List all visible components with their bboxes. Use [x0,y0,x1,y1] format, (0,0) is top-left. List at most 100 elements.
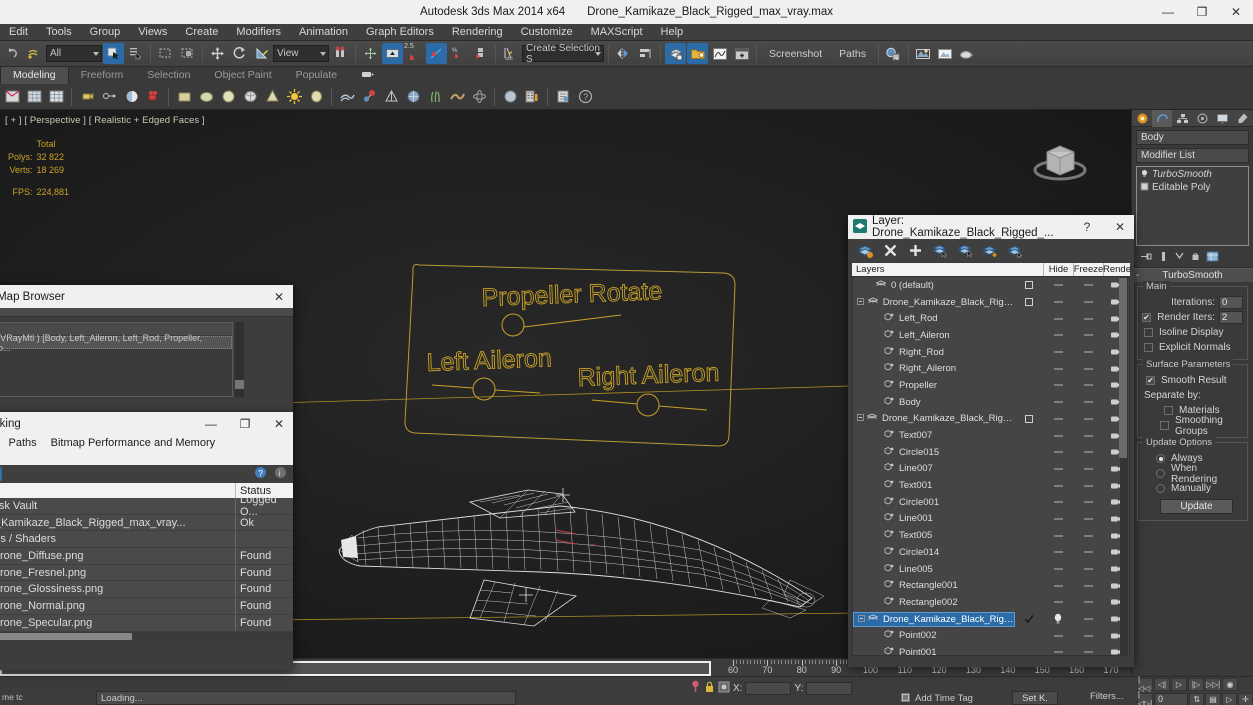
reactor-icon[interactable] [469,87,489,107]
layer-table-row[interactable]: Drone_Kamikaze_Black_Rigged_helpers [853,611,1129,628]
smoothing-groups-checkbox[interactable] [1160,421,1169,430]
layer-table-row[interactable]: Rectangle002 [853,594,1129,611]
camera-red-icon[interactable] [143,87,163,107]
smooth-result-row[interactable]: Smooth Result [1142,373,1243,388]
render-setup-icon[interactable] [913,43,934,64]
menu-item-graph-editors[interactable]: Graph Editors [357,24,443,41]
asset-tracking-table[interactable]: e Status Autodesk VaultLogged O...3Drone… [0,483,293,641]
layer-freeze-cell[interactable] [1073,484,1103,487]
sphere-primitive-icon[interactable] [196,87,216,107]
layer-freeze-cell[interactable] [1073,334,1103,337]
layer-freeze-cell[interactable] [1073,501,1103,504]
layer-freeze-cell[interactable] [1073,551,1103,554]
layer-table-row[interactable]: Circle001 [853,494,1129,511]
expand-toggle-icon[interactable] [857,297,865,308]
asset-tracking-close-icon[interactable]: ✕ [265,412,293,435]
asset-column-name[interactable]: e [0,483,236,498]
layer-hide-cell[interactable] [1043,651,1073,654]
curve-editor-icon[interactable] [709,43,730,64]
layer-hide-cell[interactable] [1043,384,1073,387]
cylinder-icon[interactable] [240,87,260,107]
rectangular-select-region-icon[interactable] [155,43,176,64]
layer-table-row[interactable]: Circle014 [853,544,1129,561]
layer-freeze-cell[interactable] [1073,534,1103,537]
layer-hide-cell[interactable] [1043,484,1073,487]
menu-item-rendering[interactable]: Rendering [443,24,512,41]
hair-fur-icon[interactable] [425,87,445,107]
render-iters-checkbox[interactable] [1142,313,1151,322]
undo-icon[interactable] [2,43,23,64]
snaps-toggle-icon[interactable] [382,43,403,64]
layer-freeze-cell[interactable] [1073,434,1103,437]
expand-toggle-icon[interactable] [858,614,865,625]
close-icon[interactable]: ✕ [1219,0,1253,24]
layer-visibility-toggle[interactable] [1015,298,1043,307]
window-crossing-toggle-icon[interactable] [177,43,198,64]
material-editor-icon[interactable] [883,43,904,64]
asset-table-row[interactable]: 3Drone_Kamikaze_Black_Rigged_max_vray...… [0,514,293,532]
show-end-result-icon[interactable] [1158,251,1169,265]
layer-table-row[interactable]: Line001 [853,511,1129,528]
layer-freeze-cell[interactable] [1073,351,1103,354]
update-button[interactable]: Update [1160,499,1233,514]
layer-hide-cell[interactable] [1043,551,1073,554]
pin-stack-icon[interactable] [1140,251,1153,265]
select-and-rotate-icon[interactable] [229,43,250,64]
poly-edit-grid-icon[interactable] [46,87,66,107]
layer-table-row[interactable]: Circle015 [853,444,1129,461]
reference-coordinate-combo[interactable]: View [273,45,329,62]
y-coordinate-field[interactable] [806,681,853,695]
layer-freeze-cell[interactable] [1073,451,1103,454]
select-and-scale-icon[interactable] [251,43,272,64]
asset-menu-item-paths[interactable]: Paths [9,437,37,449]
layer-column-freeze[interactable]: Freeze [1074,263,1104,276]
layer-freeze-cell[interactable] [1073,584,1103,587]
ribbon-tab-object-paint[interactable]: Object Paint [202,67,283,84]
material-map-browser-window[interactable]: Material/Map Browser ✕ Materials one_MAT… [0,285,293,413]
angle-snap-toggle-icon[interactable]: 2.5 [404,43,425,64]
select-objects-in-layer-icon[interactable] [932,242,949,258]
asset-scroll-thumb[interactable] [0,632,132,640]
update-manually-radio[interactable] [1156,484,1165,493]
key-mode-toggle-icon[interactable]: ◉ [1222,677,1238,691]
smooth-result-checkbox[interactable] [1146,376,1155,385]
layer-table-row[interactable]: Line005 [853,561,1129,578]
layer-freeze-cell[interactable] [1073,284,1103,287]
turbosmooth-rollout-header[interactable]: - TurboSmooth [1132,268,1253,282]
expand-toggle-icon[interactable] [857,413,864,424]
delete-layer-icon[interactable] [882,242,899,258]
display-tab-icon[interactable] [1213,110,1233,127]
systems-icon[interactable] [381,87,401,107]
menu-item-views[interactable]: Views [129,24,176,41]
layer-table-row[interactable]: Left_Aileron [853,327,1129,344]
compound-object-icon[interactable] [403,87,423,107]
edit-named-selection-icon[interactable] [470,43,491,64]
layer-visibility-toggle[interactable] [1015,614,1043,624]
set-key-button[interactable]: Set K. [1012,691,1058,705]
play-animation-icon[interactable]: ▷ [1171,677,1187,691]
layer-freeze-cell[interactable] [1073,301,1103,304]
layer-column-render[interactable]: Rende [1103,263,1131,276]
modifier-stack-item-turbosmooth[interactable]: TurboSmooth [1137,168,1248,181]
layer-hide-cell[interactable] [1043,451,1073,454]
menu-item-create[interactable]: Create [176,24,227,41]
edit-poly-icon[interactable] [24,87,44,107]
frame-spinner-icon[interactable]: ⇅ [1189,692,1205,705]
asset-table-row[interactable]: Autodesk Vault Logged O... [0,494,293,518]
box-primitive-icon[interactable] [174,87,194,107]
layer-table-row[interactable]: Body [853,394,1129,411]
create-new-layer-icon[interactable] [857,242,874,258]
layer-hide-cell[interactable] [1043,334,1073,337]
layer-freeze-cell[interactable] [1073,651,1103,654]
asset-tracking-minimize-icon[interactable]: — [197,412,225,435]
iterations-spinner[interactable]: 0 [1219,296,1243,309]
object-name-field[interactable]: Body [1136,130,1249,145]
lock-icon[interactable] [704,681,715,696]
modifier-list-dropdown[interactable]: Modifier List [1136,148,1249,163]
minimize-icon[interactable]: — [1151,0,1185,24]
add-time-tag[interactable]: Add Time Tag [900,692,973,705]
layer-hide-cell[interactable] [1043,301,1073,304]
lightbulb-icon[interactable] [1140,169,1149,181]
go-to-start-icon[interactable]: |◁◁ [1137,675,1153,693]
layer-freeze-cell[interactable] [1073,417,1103,420]
